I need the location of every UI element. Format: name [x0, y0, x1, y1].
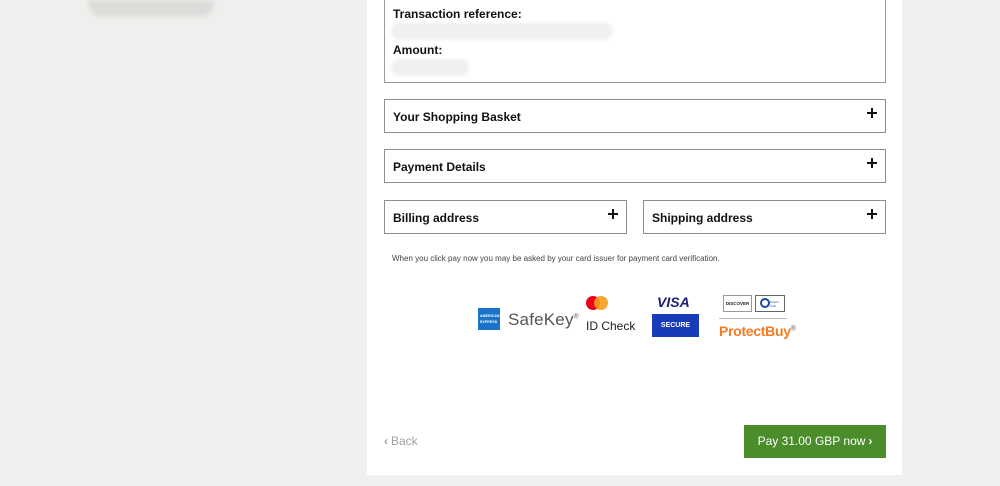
back-link[interactable]: ‹ Back — [384, 434, 418, 448]
mastercard-circle-orange — [594, 296, 608, 310]
protectbuy-divider — [719, 318, 787, 319]
verification-notice: When you click pay now you may be asked … — [392, 254, 720, 263]
payment-panel: Transaction reference: Amount: Your Shop… — [367, 0, 902, 475]
pay-now-button[interactable]: Pay 31.00 GBP now › — [744, 425, 886, 458]
discover-logo: DISCOVER — [723, 295, 752, 312]
safekey-logo-text: SafeKey — [508, 310, 574, 329]
amount-label: Amount: — [393, 43, 443, 57]
expand-plus-icon — [867, 108, 877, 118]
amex-logo: AMERICAN EXPRESS — [478, 308, 500, 330]
shopping-basket-title: Your Shopping Basket — [393, 110, 521, 124]
idcheck-logo: ID Check — [586, 319, 636, 333]
visa-logo: VISA — [657, 294, 690, 310]
shipping-address-accordion[interactable]: Shipping address — [643, 200, 886, 234]
expand-plus-icon — [867, 158, 877, 168]
expand-plus-icon — [608, 209, 618, 219]
diners-club-text: Diners Club — [770, 300, 779, 308]
billing-address-title: Billing address — [393, 211, 480, 225]
amex-logo-text: EXPRESS — [480, 320, 498, 324]
safekey-registered-mark: ® — [573, 313, 580, 321]
redacted-merchant-info — [88, 0, 214, 17]
protectbuy-logo: ProtectBuy® — [719, 323, 796, 339]
transaction-reference-label: Transaction reference: — [393, 7, 522, 21]
protectbuy-logo-text: ProtectBuy — [719, 323, 791, 339]
transaction-summary: Transaction reference: Amount: — [384, 0, 886, 83]
redacted-transaction-reference — [391, 23, 613, 40]
billing-address-accordion[interactable]: Billing address — [384, 200, 627, 234]
shipping-address-title: Shipping address — [652, 211, 753, 225]
pay-now-label: Pay 31.00 GBP now — [757, 434, 866, 448]
protectbuy-registered-mark: ® — [790, 325, 796, 333]
diners-club-logo: Diners Club — [755, 295, 785, 312]
diners-ring-icon — [760, 298, 770, 308]
safekey-logo: SafeKey® — [508, 310, 579, 330]
payment-details-accordion[interactable]: Payment Details — [384, 149, 886, 183]
shopping-basket-accordion[interactable]: Your Shopping Basket — [384, 99, 886, 133]
chevron-right-icon: › — [868, 434, 873, 448]
expand-plus-icon — [867, 209, 877, 219]
back-label: Back — [391, 434, 418, 448]
visa-secure-badge: SECURE — [652, 314, 699, 337]
chevron-left-icon: ‹ — [384, 434, 388, 448]
card-security-logos: AMERICAN EXPRESS SafeKey® ID Check VISA … — [367, 290, 902, 345]
redacted-amount — [391, 59, 469, 76]
amex-logo-text: AMERICAN — [480, 314, 500, 318]
payment-details-title: Payment Details — [393, 160, 486, 174]
